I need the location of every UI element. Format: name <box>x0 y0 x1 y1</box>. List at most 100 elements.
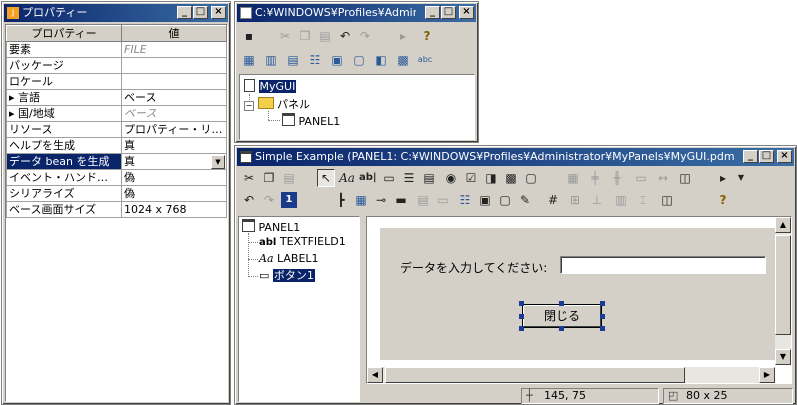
tree-tool-icon[interactable]: ☷ <box>457 192 473 208</box>
same-size-icon[interactable]: ◫ <box>677 170 693 186</box>
undo-icon[interactable]: ↶ <box>241 192 257 208</box>
textfield-tool-icon[interactable]: ab| <box>359 170 377 186</box>
property-row[interactable]: シリアライズ偽 <box>6 185 227 202</box>
column-header-value[interactable]: 値 <box>121 25 227 42</box>
example-titlebar[interactable]: Simple Example (PANEL1: C:¥WINDOWS¥Profi… <box>237 148 794 166</box>
tree-root-label[interactable]: PANEL1 <box>259 221 301 234</box>
new-string-table-icon[interactable]: abc <box>417 52 433 68</box>
tab-order-icon[interactable]: ⊞ <box>567 192 583 208</box>
grid-icon[interactable]: # <box>545 192 561 208</box>
same-height-icon[interactable]: ↔ <box>655 170 671 186</box>
new-property-sheet-icon[interactable]: ▣ <box>329 52 345 68</box>
tree-folder-label[interactable]: パネル <box>277 98 310 111</box>
property-row[interactable]: イベント・ハンド… 偽 <box>6 169 227 186</box>
save-icon[interactable]: ▪ <box>241 28 257 44</box>
close-icon[interactable]: × <box>777 150 792 163</box>
cut-icon[interactable]: ✂ <box>277 28 293 44</box>
minimize-icon[interactable]: _ <box>425 6 440 19</box>
property-row[interactable]: 要素 FILE <box>6 41 227 58</box>
resize-handle[interactable] <box>600 314 605 319</box>
minimize-icon[interactable]: _ <box>743 150 758 163</box>
property-value[interactable]: 1024 x 768 <box>121 201 227 218</box>
tree-item-textfield[interactable]: abl TEXTFIELD1 <box>259 235 346 250</box>
vertical-scrollbar[interactable]: ▲ ▼ <box>775 217 791 365</box>
property-value[interactable] <box>121 57 227 74</box>
tree-panel-label[interactable]: PANEL1 <box>299 115 341 128</box>
tree-root[interactable]: MyGUI <box>244 79 297 94</box>
dropdown-arrow-icon[interactable]: ▼ <box>733 170 749 186</box>
new-split-pane-icon[interactable]: ◧ <box>373 52 389 68</box>
property-row[interactable]: ヘルプを生成真 <box>6 137 227 154</box>
paste-icon[interactable]: ▤ <box>281 170 297 186</box>
tree-item-label[interactable]: Aa LABEL1 <box>259 252 319 266</box>
property-value[interactable]: 真 <box>121 137 227 154</box>
tree-root-label[interactable]: MyGUI <box>258 80 297 93</box>
resize-handle[interactable] <box>559 326 564 331</box>
new-toolbar-icon[interactable]: ▤ <box>285 52 301 68</box>
align-left-icon[interactable]: ▦ <box>565 170 581 186</box>
maximize-icon[interactable]: □ <box>193 6 208 19</box>
tree-item-label[interactable]: LABEL1 <box>277 252 319 265</box>
tree-folder[interactable]: − パネル <box>244 97 310 112</box>
scroll-right-icon[interactable]: ▶ <box>759 367 775 383</box>
slider-tool-icon[interactable]: ⊸ <box>373 192 389 208</box>
help-icon[interactable]: ? <box>715 192 731 208</box>
property-row-selected[interactable]: データ bean を生成 真 ▼ <box>6 153 227 170</box>
preview-icon[interactable]: ◫ <box>659 192 675 208</box>
redo-icon[interactable]: ↷ <box>261 192 277 208</box>
new-tree-icon[interactable]: ☷ <box>307 52 323 68</box>
horizontal-scrollbar[interactable]: ◀ ▶ <box>367 367 775 383</box>
button-tool-icon[interactable]: ▭ <box>381 170 397 186</box>
property-value[interactable]: プロパティー・リ… <box>121 121 227 138</box>
property-row[interactable]: ▸ 言語 ベース <box>6 89 227 106</box>
tree-item-label[interactable]: TEXTFIELD1 <box>280 235 346 248</box>
run-icon[interactable]: ▸ <box>715 170 731 186</box>
label-tool-icon[interactable]: Aa <box>339 170 355 186</box>
property-value[interactable] <box>121 73 227 90</box>
numbered-component-icon[interactable]: 1 <box>281 192 297 208</box>
data-input-field[interactable] <box>560 256 766 274</box>
combobox-tool-icon[interactable]: ▤ <box>421 170 437 186</box>
textarea-tool-icon[interactable]: ▤ <box>415 192 431 208</box>
image-tool-icon[interactable]: ▩ <box>503 170 519 186</box>
center-h-icon[interactable]: ▥ <box>613 192 629 208</box>
properties-titlebar[interactable]: J プロパティー _ □ × <box>4 4 228 22</box>
property-value[interactable]: 偽 <box>121 185 227 202</box>
resize-handle[interactable] <box>559 301 564 306</box>
close-icon[interactable]: × <box>211 6 226 19</box>
property-row[interactable]: ▸ 国/地域 ベース <box>6 105 227 122</box>
new-image-icon[interactable]: ▩ <box>395 52 411 68</box>
distribute-icon[interactable]: ⊥ <box>589 192 605 208</box>
align-center-icon[interactable]: ╪ <box>587 170 603 186</box>
paste-icon[interactable]: ▤ <box>317 28 333 44</box>
collapse-icon[interactable]: − <box>244 101 254 111</box>
project-titlebar[interactable]: C:¥WINDOWS¥Profiles¥Adminis… _ □ × <box>237 4 476 22</box>
radio-tool-icon[interactable]: ◉ <box>443 170 459 186</box>
column-header-property[interactable]: プロパティー <box>6 25 122 42</box>
dropdown-arrow-icon[interactable]: ▼ <box>211 155 225 169</box>
resize-handle[interactable] <box>600 301 605 306</box>
tabbed-pane-icon[interactable]: ▣ <box>477 192 493 208</box>
close-button[interactable]: 閉じる <box>522 304 602 328</box>
listbox-tool-icon[interactable]: ☰ <box>401 170 417 186</box>
new-wizard-icon[interactable]: ▢ <box>351 52 367 68</box>
tree-panel[interactable]: PANEL1 <box>282 113 340 129</box>
pointer-tool-icon[interactable]: ↖ <box>317 169 335 187</box>
groupbox-tool-icon[interactable]: ┣ <box>333 192 349 208</box>
spinner-tool-icon[interactable]: ◨ <box>483 170 499 186</box>
align-right-icon[interactable]: ╫ <box>609 170 625 186</box>
maximize-icon[interactable]: □ <box>441 6 456 19</box>
tree-item-label[interactable]: ボタン1 <box>272 269 315 282</box>
close-icon[interactable]: × <box>459 6 474 19</box>
scroll-tool-icon[interactable]: ▭ <box>435 192 451 208</box>
cut-icon[interactable]: ✂ <box>241 170 257 186</box>
resize-handle[interactable] <box>519 301 524 306</box>
property-row[interactable]: パッケージ <box>6 57 227 74</box>
resize-handle[interactable] <box>519 326 524 331</box>
scroll-down-icon[interactable]: ▼ <box>775 349 791 365</box>
scroll-up-icon[interactable]: ▲ <box>775 217 791 233</box>
property-value[interactable]: 偽 <box>121 169 227 186</box>
copy-icon[interactable]: ❐ <box>297 28 313 44</box>
same-width-icon[interactable]: ▭ <box>633 170 649 186</box>
undo-icon[interactable]: ↶ <box>337 28 353 44</box>
